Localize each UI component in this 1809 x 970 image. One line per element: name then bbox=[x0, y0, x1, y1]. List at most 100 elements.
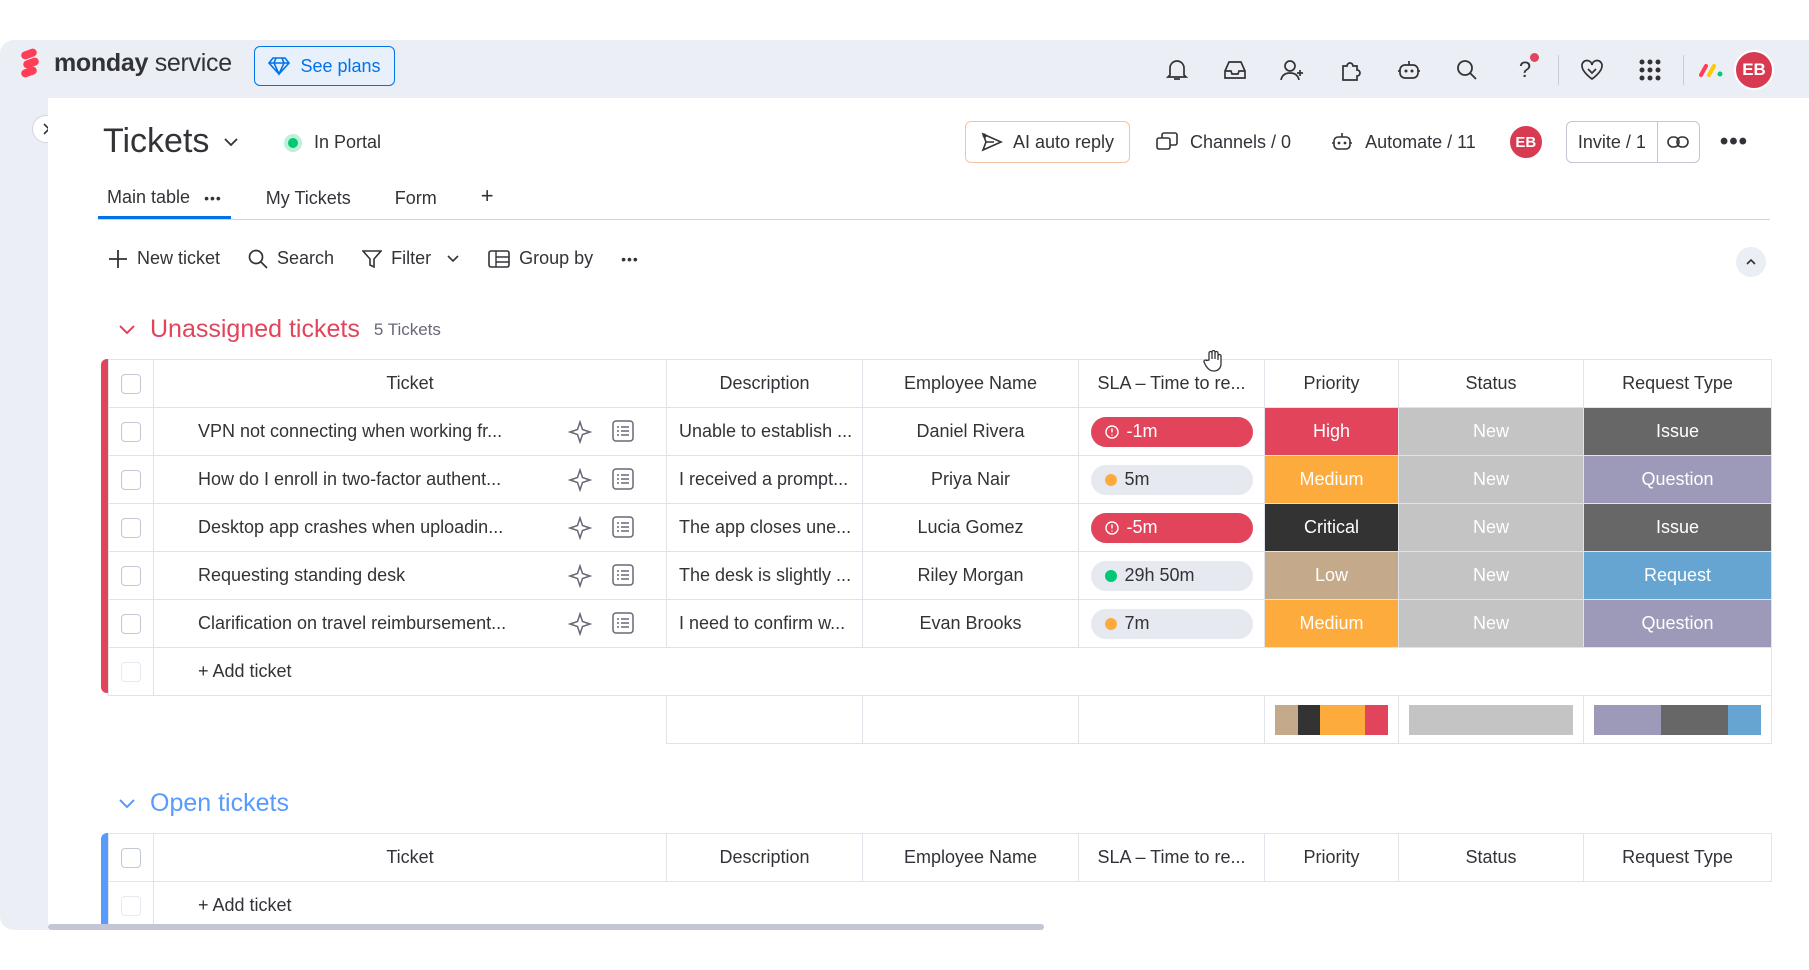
priority-label[interactable]: Critical bbox=[1264, 503, 1399, 552]
tab-my-tickets[interactable]: My Tickets bbox=[257, 188, 360, 219]
priority-label[interactable]: High bbox=[1264, 407, 1399, 456]
ai-sparkle-icon[interactable] bbox=[568, 564, 592, 588]
group-by-button[interactable]: Group by bbox=[488, 248, 593, 269]
copy-link-icon[interactable] bbox=[1656, 122, 1699, 162]
select-all-cell[interactable] bbox=[108, 833, 154, 882]
priority-label[interactable]: Low bbox=[1264, 551, 1399, 600]
employee-name-cell[interactable]: Priya Nair bbox=[862, 455, 1079, 504]
ai-auto-reply-button[interactable]: AI auto reply bbox=[965, 121, 1130, 163]
row-checkbox[interactable] bbox=[121, 614, 141, 635]
invite-member-icon[interactable] bbox=[1264, 52, 1322, 88]
board-title[interactable]: Tickets bbox=[103, 122, 239, 161]
new-ticket-button[interactable]: New ticket bbox=[108, 248, 220, 269]
invite-button[interactable]: Invite / 1 bbox=[1567, 122, 1657, 162]
description-cell[interactable]: Unable to establish ... bbox=[666, 407, 863, 456]
column-header-sla[interactable]: SLA – Time to re... bbox=[1078, 833, 1265, 882]
item-updates-icon[interactable] bbox=[612, 564, 634, 586]
row-checkbox-cell[interactable] bbox=[108, 551, 154, 600]
row-checkbox[interactable] bbox=[121, 470, 141, 491]
request-type-label[interactable]: Question bbox=[1583, 599, 1772, 648]
column-header-priority[interactable]: Priority bbox=[1264, 359, 1399, 408]
ticket-cell[interactable]: VPN not connecting when working fr... bbox=[153, 407, 667, 456]
row-checkbox-cell[interactable] bbox=[108, 455, 154, 504]
item-updates-icon[interactable] bbox=[612, 612, 634, 634]
employee-name-cell[interactable]: Evan Brooks bbox=[862, 599, 1079, 648]
request-type-label[interactable]: Request bbox=[1583, 551, 1772, 600]
employee-name-cell[interactable]: Daniel Rivera bbox=[862, 407, 1079, 456]
table-row[interactable]: How do I enroll in two-factor authent...… bbox=[108, 455, 1772, 504]
ai-sparkle-icon[interactable] bbox=[568, 612, 592, 636]
sla-cell[interactable]: 7m bbox=[1078, 599, 1265, 648]
horizontal-scrollbar[interactable] bbox=[48, 924, 1044, 930]
chevron-down-icon[interactable] bbox=[118, 798, 136, 809]
group-header-unassigned[interactable]: Unassigned tickets 5 Tickets bbox=[118, 315, 441, 344]
ai-sparkle-icon[interactable] bbox=[568, 468, 592, 492]
sla-cell[interactable]: 5m bbox=[1078, 455, 1265, 504]
board-member-avatar[interactable]: EB bbox=[1507, 124, 1544, 160]
status-label[interactable]: New bbox=[1398, 455, 1584, 504]
summary-priority-distribution[interactable] bbox=[1264, 695, 1399, 744]
ai-sparkle-icon[interactable] bbox=[568, 420, 592, 444]
add-view-icon[interactable]: + bbox=[472, 183, 503, 219]
request-type-label[interactable]: Issue bbox=[1583, 503, 1772, 552]
automate-button[interactable]: Automate / 11 bbox=[1313, 121, 1494, 163]
status-label[interactable]: New bbox=[1398, 407, 1584, 456]
toolbar-more-icon[interactable]: ••• bbox=[621, 251, 639, 267]
item-updates-icon[interactable] bbox=[612, 516, 634, 538]
group-header-open[interactable]: Open tickets bbox=[118, 789, 289, 818]
row-checkbox-cell[interactable] bbox=[108, 599, 154, 648]
bell-icon[interactable] bbox=[1148, 52, 1206, 88]
help-icon[interactable]: ? bbox=[1496, 52, 1554, 88]
ticket-name[interactable]: How do I enroll in two-factor authent... bbox=[198, 469, 528, 490]
priority-label[interactable]: Medium bbox=[1264, 455, 1399, 504]
select-all-cell[interactable] bbox=[108, 359, 154, 408]
select-all-checkbox[interactable] bbox=[121, 374, 141, 395]
column-header-ticket[interactable]: Ticket bbox=[153, 833, 667, 882]
summary-type-distribution[interactable] bbox=[1583, 695, 1772, 744]
tab-form[interactable]: Form bbox=[386, 188, 446, 219]
employee-name-cell[interactable]: Lucia Gomez bbox=[862, 503, 1079, 552]
column-header-sla[interactable]: SLA – Time to re... bbox=[1078, 359, 1265, 408]
ticket-cell[interactable]: Requesting standing desk bbox=[153, 551, 667, 600]
group-name[interactable]: Unassigned tickets bbox=[150, 315, 360, 344]
search-icon[interactable] bbox=[1438, 52, 1496, 88]
item-updates-icon[interactable] bbox=[612, 468, 634, 490]
add-ticket-button[interactable]: + Add ticket bbox=[153, 881, 1772, 930]
description-cell[interactable]: I need to confirm w... bbox=[666, 599, 863, 648]
chevron-down-icon[interactable] bbox=[446, 254, 460, 263]
column-header-priority[interactable]: Priority bbox=[1264, 833, 1399, 882]
row-checkbox-cell[interactable] bbox=[108, 407, 154, 456]
priority-label[interactable]: Medium bbox=[1264, 599, 1399, 648]
status-label[interactable]: New bbox=[1398, 551, 1584, 600]
brand-logo[interactable]: monday service bbox=[18, 48, 232, 78]
row-checkbox[interactable] bbox=[121, 422, 141, 443]
description-cell[interactable]: The desk is slightly ... bbox=[666, 551, 863, 600]
monday-products-icon[interactable] bbox=[1688, 52, 1734, 88]
ticket-name[interactable]: Requesting standing desk bbox=[198, 565, 528, 586]
ticket-name[interactable]: VPN not connecting when working fr... bbox=[198, 421, 528, 442]
employee-name-cell[interactable]: Riley Morgan bbox=[862, 551, 1079, 600]
collapse-header-button[interactable] bbox=[1736, 247, 1766, 277]
board-more-options-icon[interactable]: ••• bbox=[1720, 128, 1748, 156]
integrations-icon[interactable] bbox=[1322, 52, 1380, 88]
request-type-label[interactable]: Question bbox=[1583, 455, 1772, 504]
ticket-name[interactable]: Clarification on travel reimbursement... bbox=[198, 613, 528, 634]
column-header-request-type[interactable]: Request Type bbox=[1583, 359, 1772, 408]
item-updates-icon[interactable] bbox=[612, 420, 634, 442]
table-row[interactable]: Clarification on travel reimbursement...… bbox=[108, 599, 1772, 648]
channels-button[interactable]: Channels / 0 bbox=[1138, 121, 1309, 163]
ticket-cell[interactable]: Clarification on travel reimbursement... bbox=[153, 599, 667, 648]
ai-sparkle-icon[interactable] bbox=[568, 516, 592, 540]
ticket-name[interactable]: Desktop app crashes when uploadin... bbox=[198, 517, 528, 538]
row-checkbox[interactable] bbox=[121, 566, 141, 587]
portal-status[interactable]: In Portal bbox=[284, 132, 381, 153]
chevron-down-icon[interactable] bbox=[118, 324, 136, 335]
column-header-employee-name[interactable]: Employee Name bbox=[862, 359, 1079, 408]
bot-icon[interactable] bbox=[1380, 52, 1438, 88]
tab-options-icon[interactable]: ••• bbox=[204, 190, 222, 206]
add-ticket-button[interactable]: + Add ticket bbox=[153, 647, 1772, 696]
apps-grid-icon[interactable] bbox=[1621, 52, 1679, 88]
table-row[interactable]: Desktop app crashes when uploadin... The … bbox=[108, 503, 1772, 552]
column-header-ticket[interactable]: Ticket bbox=[153, 359, 667, 408]
row-checkbox-cell[interactable] bbox=[108, 503, 154, 552]
